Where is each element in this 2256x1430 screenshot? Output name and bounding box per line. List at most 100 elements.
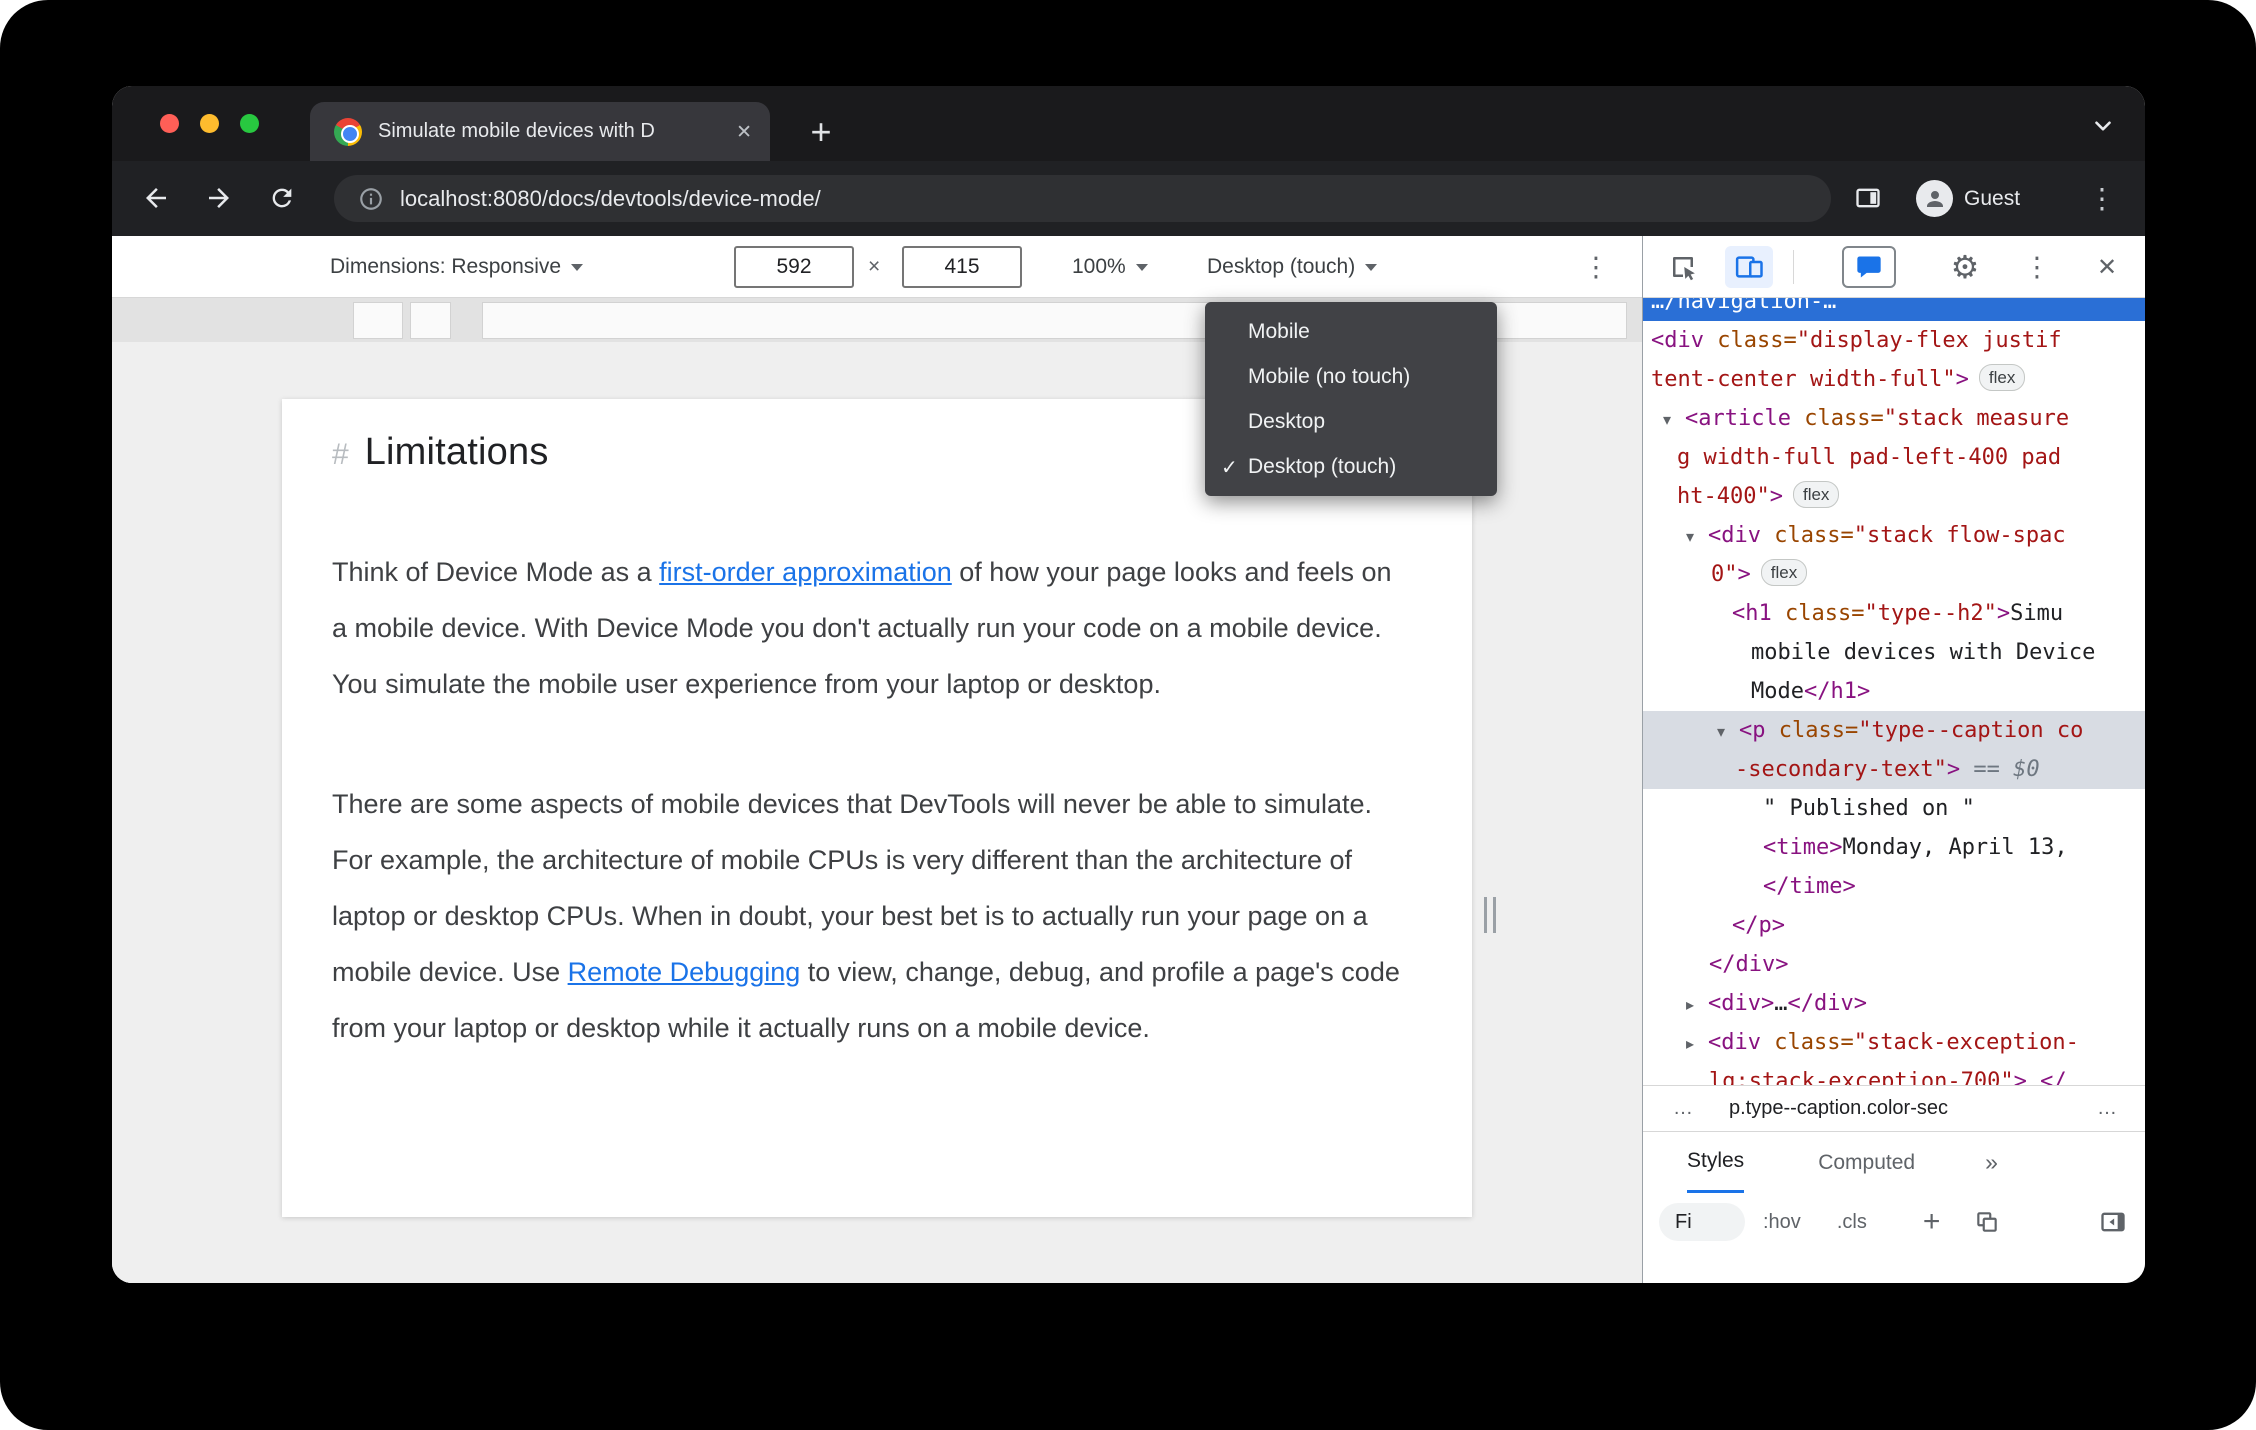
code-text: class= xyxy=(1771,601,1865,626)
main-area: Dimensions: Responsive × 100% xyxy=(112,236,2145,1283)
device-mode-pane: Dimensions: Responsive × 100% xyxy=(112,236,1642,1283)
device-toolbar-menu-button[interactable]: ⋮ xyxy=(1572,236,1620,298)
tree-line[interactable]: </div> xyxy=(1643,945,2145,984)
code-text: Monday, April 13, xyxy=(1842,835,2068,860)
breadcrumb-overflow-right[interactable]: … xyxy=(2097,1097,2117,1120)
menu-item-desktop-touch[interactable]: ✓ Desktop (touch) xyxy=(1205,444,1497,489)
browser-tab[interactable]: Simulate mobile devices with D ✕ xyxy=(310,102,770,161)
expand-arrow-icon[interactable]: ▾ xyxy=(1717,712,1739,751)
tree-line[interactable]: <div class="display-flex justif xyxy=(1643,321,2145,360)
sidebar-dock-icon[interactable] xyxy=(2099,1203,2127,1241)
tree-line[interactable]: <h1 class="type--h2">Simu xyxy=(1643,594,2145,633)
tree-line[interactable]: Mode</h1> xyxy=(1643,672,2145,711)
code-text: …/navigation-… xyxy=(1651,298,1837,314)
breadcrumb-overflow-left[interactable]: … xyxy=(1673,1097,1693,1120)
console-drawer-icon[interactable] xyxy=(1842,246,1896,288)
code-text: <div xyxy=(1651,328,1704,353)
browser-menu-button[interactable]: ⋮ xyxy=(2078,174,2126,222)
device-toolbar-toggle-icon[interactable] xyxy=(1725,246,1773,288)
tree-line[interactable]: </time> xyxy=(1643,867,2145,906)
tab-search-chevron-icon[interactable] xyxy=(2085,108,2121,144)
expand-arrow-icon[interactable]: ▸ xyxy=(1686,985,1708,1024)
element-classes-button[interactable]: .cls xyxy=(1837,1203,1867,1241)
code-text: "type--caption co xyxy=(1858,718,2084,743)
expand-arrow-icon[interactable]: ▸ xyxy=(1686,1024,1708,1063)
tree-line[interactable]: -secondary-text"> == $0 xyxy=(1643,750,2145,789)
address-bar[interactable]: localhost:8080/docs/devtools/device-mode… xyxy=(334,175,1831,222)
minimize-window-button[interactable] xyxy=(200,114,219,133)
devtools-close-icon[interactable]: ✕ xyxy=(2083,236,2131,298)
tab-computed[interactable]: Computed xyxy=(1818,1132,1915,1193)
forward-button[interactable] xyxy=(195,174,243,222)
tree-line[interactable]: ht-400"> flex xyxy=(1643,477,2145,516)
code-text: <div> xyxy=(1708,991,1775,1016)
tree-line[interactable]: ▸ <div class="stack-exception- xyxy=(1643,1023,2145,1062)
breadcrumb-selected[interactable]: p.type--caption.color-sec xyxy=(1729,1097,1948,1120)
code-text: class= xyxy=(1703,328,1797,353)
menu-item-mobile[interactable]: Mobile xyxy=(1205,309,1497,354)
expand-arrow-icon[interactable]: ▾ xyxy=(1663,400,1685,439)
devtools-menu-icon[interactable]: ⋮ xyxy=(2013,236,2061,298)
reload-button[interactable] xyxy=(258,174,306,222)
zoom-selector[interactable]: 100% xyxy=(1072,236,1148,298)
code-text: </p> xyxy=(1732,913,1785,938)
tree-line[interactable]: ▾ <article class="stack measure xyxy=(1643,399,2145,438)
more-tabs-chevrons[interactable]: » xyxy=(1985,1132,1998,1193)
code-text: > xyxy=(1955,367,1969,392)
new-tab-button[interactable]: + xyxy=(800,102,842,161)
address-toolbar: localhost:8080/docs/devtools/device-mode… xyxy=(112,161,2145,236)
tree-line[interactable]: lg:stack-exception-700"> </ xyxy=(1643,1062,2145,1085)
viewport-width-drag-handle[interactable] xyxy=(1484,897,1496,933)
kebab-icon: ⋮ xyxy=(2088,181,2116,215)
settings-gear-icon[interactable]: ⚙ xyxy=(1941,236,1989,298)
menu-item-mobile-no-touch[interactable]: Mobile (no touch) xyxy=(1205,354,1497,399)
new-style-rule-button[interactable]: + xyxy=(1923,1203,1941,1241)
viewport-height-wrap xyxy=(902,236,1022,298)
doc-link[interactable]: Remote Debugging xyxy=(568,957,801,987)
device-type-selector[interactable]: Desktop (touch) xyxy=(1207,236,1378,298)
flex-badge[interactable]: flex xyxy=(1978,364,2026,391)
doc-paragraph: There are some aspects of mobile devices… xyxy=(332,776,1406,1056)
styles-filter-input[interactable]: Fi xyxy=(1659,1203,1745,1241)
code-text: ht-400" xyxy=(1677,484,1770,509)
menu-item-desktop[interactable]: Desktop xyxy=(1205,399,1497,444)
tree-line[interactable]: 0"> flex xyxy=(1643,555,2145,594)
doc-link[interactable]: first-order approximation xyxy=(659,557,952,587)
code-text: <div xyxy=(1708,523,1761,548)
tab-styles[interactable]: Styles xyxy=(1687,1132,1745,1193)
back-button[interactable] xyxy=(132,174,180,222)
close-window-button[interactable] xyxy=(160,114,179,133)
code-text: > </ xyxy=(2013,1069,2067,1085)
site-info-icon[interactable] xyxy=(358,186,384,212)
tree-line[interactable]: tent-center width-full"> flex xyxy=(1643,360,2145,399)
flex-badge[interactable]: flex xyxy=(1760,559,1808,586)
code-text: "stack flow-spac xyxy=(1853,523,2066,548)
ruler-segment xyxy=(353,302,403,339)
tree-line[interactable]: <time>Monday, April 13, xyxy=(1643,828,2145,867)
expand-arrow-icon[interactable]: ▾ xyxy=(1686,517,1708,556)
profile-name[interactable]: Guest xyxy=(1964,161,2020,236)
tree-line[interactable]: g width-full pad-left-400 pad xyxy=(1643,438,2145,477)
overlap-squares-icon[interactable] xyxy=(1974,1203,2000,1241)
tree-line[interactable]: ▾ <div class="stack flow-spac xyxy=(1643,516,2145,555)
tree-line[interactable]: ▸ <div>…</div> xyxy=(1643,984,2145,1023)
tree-line[interactable]: " Published on " xyxy=(1643,789,2145,828)
code-text: class= xyxy=(1790,406,1884,431)
tree-line[interactable]: …/navigation-… xyxy=(1643,298,2145,321)
fullscreen-window-button[interactable] xyxy=(240,114,259,133)
tree-line[interactable]: </p> xyxy=(1643,906,2145,945)
tree-line[interactable]: ▾ <p class="type--caption co xyxy=(1643,711,2145,750)
browser-window: Simulate mobile devices with D ✕ + local… xyxy=(112,86,2145,1283)
viewport-width-input[interactable] xyxy=(734,246,854,288)
viewport-height-input[interactable] xyxy=(902,246,1022,288)
flex-badge[interactable]: flex xyxy=(1792,481,1840,508)
tree-line[interactable]: mobile devices with Device xyxy=(1643,633,2145,672)
side-panel-icon[interactable] xyxy=(1844,174,1892,222)
avatar[interactable] xyxy=(1916,180,1953,217)
toggle-element-state-button[interactable]: :hov xyxy=(1763,1203,1801,1241)
tab-close-icon[interactable]: ✕ xyxy=(736,121,752,143)
chevron-down-icon xyxy=(571,264,584,277)
dimensions-selector[interactable]: Dimensions: Responsive xyxy=(330,236,584,298)
inspect-element-icon[interactable] xyxy=(1659,236,1707,298)
heading-anchor[interactable]: # xyxy=(332,438,349,472)
